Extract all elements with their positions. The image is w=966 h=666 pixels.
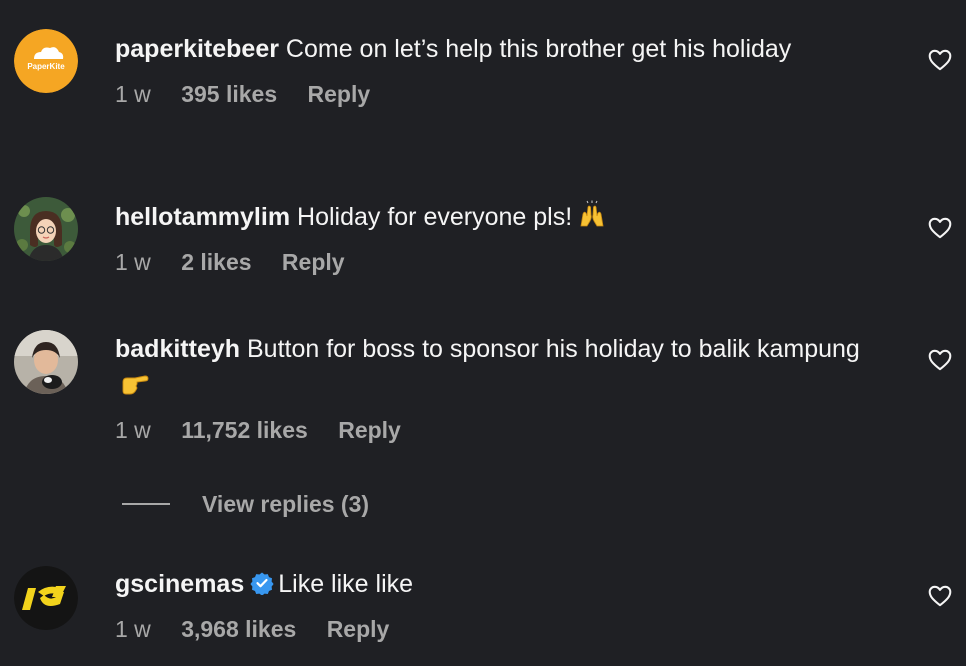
divider-line (122, 503, 170, 505)
timestamp[interactable]: 1 w (115, 249, 151, 275)
heart-icon[interactable] (927, 47, 953, 73)
comment-text: paperkitebeer Come on let’s help this br… (115, 31, 875, 67)
svg-text:PaperKite: PaperKite (27, 62, 65, 71)
username[interactable]: badkitteyh (115, 335, 240, 363)
avatar[interactable] (14, 197, 78, 261)
gscinemas-logo (14, 566, 78, 630)
comment-text: hellotammylim Holiday for everyone pls! (115, 199, 875, 235)
avatar[interactable] (14, 330, 78, 394)
reply-button[interactable]: Reply (308, 81, 371, 107)
username[interactable]: hellotammylim (115, 203, 290, 231)
heart-icon[interactable] (927, 347, 953, 373)
likes-count[interactable]: 3,968 likes (181, 616, 296, 642)
view-replies-button[interactable]: View replies (3) (122, 488, 369, 520)
comment-body: Come on let’s help this brother get his … (285, 35, 792, 63)
username[interactable]: gscinemas (115, 570, 244, 598)
comment-text: badkitteyh Button for boss to sponsor hi… (115, 331, 875, 403)
pointing-hand-icon (122, 375, 149, 395)
likes-count[interactable]: 2 likes (181, 249, 251, 275)
comments-list: PaperKite paperkitebeer Come on let’s he… (0, 0, 966, 666)
timestamp[interactable]: 1 w (115, 616, 151, 642)
avatar[interactable] (14, 566, 78, 630)
raising-hands-icon (580, 200, 604, 227)
comment-body: Like like like (278, 570, 414, 598)
username[interactable]: paperkitebeer (115, 35, 279, 63)
comment-text: gscinemas Like like like (115, 566, 875, 602)
photo-avatar (14, 330, 78, 394)
timestamp[interactable]: 1 w (115, 417, 151, 443)
likes-count[interactable]: 11,752 likes (181, 417, 308, 443)
avatar[interactable]: PaperKite (14, 29, 78, 93)
reply-button[interactable]: Reply (338, 417, 401, 443)
comment-meta: 1 w 395 likes Reply (115, 81, 875, 108)
reply-button[interactable]: Reply (327, 616, 390, 642)
likes-count[interactable]: 395 likes (181, 81, 277, 107)
verified-badge-icon (250, 572, 274, 595)
heart-icon[interactable] (927, 583, 953, 609)
comment-body: Button for boss to sponsor his holiday t… (246, 335, 860, 363)
comment-meta: 1 w 11,752 likes Reply (115, 417, 875, 444)
comment-meta: 1 w 2 likes Reply (115, 249, 875, 276)
view-replies-label: View replies (3) (202, 490, 370, 517)
illustrated-woman-avatar (14, 197, 78, 261)
timestamp[interactable]: 1 w (115, 81, 151, 107)
comment-body: Holiday for everyone pls! (297, 203, 573, 231)
reply-button[interactable]: Reply (282, 249, 345, 275)
paperkite-logo: PaperKite (14, 29, 78, 93)
comment-meta: 1 w 3,968 likes Reply (115, 616, 875, 643)
heart-icon[interactable] (927, 215, 953, 241)
